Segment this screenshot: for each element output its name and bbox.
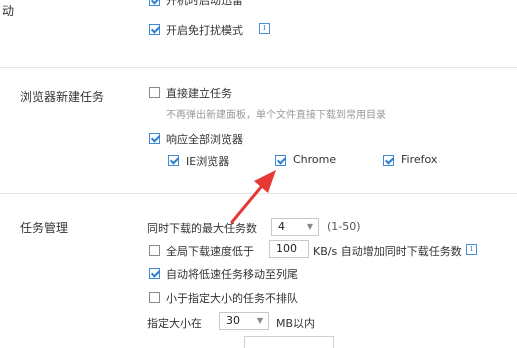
size-value: 30 [226, 314, 240, 327]
max-tasks-select[interactable]: 4 ▼ [271, 218, 319, 236]
firefox-checkbox[interactable] [383, 155, 394, 166]
info-icon[interactable]: i [259, 23, 270, 34]
max-tasks-value: 4 [278, 220, 285, 233]
section-label-startup: 动 [2, 4, 15, 18]
max-tasks-label: 同时下载的最大任务数 [147, 222, 257, 235]
move-slow-label[interactable]: 自动将低速任务移动至列尾 [166, 266, 298, 282]
firefox-label[interactable]: Firefox [401, 153, 437, 166]
startup-checkbox[interactable] [149, 0, 160, 6]
respond-all-label[interactable]: 响应全部浏览器 [166, 131, 243, 147]
size-unit: MB以内 [276, 317, 316, 330]
divider [0, 193, 517, 194]
do-not-disturb-label[interactable]: 开启免打扰模式 [166, 22, 243, 38]
max-tasks-range: (1-50) [327, 220, 361, 233]
speed-suffix: KB/s 自动增加同时下载任务数 [313, 245, 462, 258]
no-queue-label[interactable]: 小于指定大小的任务不排队 [166, 290, 298, 306]
do-not-disturb-checkbox[interactable] [149, 24, 160, 35]
ie-label[interactable]: IE浏览器 [186, 153, 229, 169]
no-queue-checkbox[interactable] [149, 292, 160, 303]
ie-checkbox[interactable] [168, 155, 179, 166]
size-select[interactable]: 30 ▼ [219, 312, 269, 330]
direct-create-checkbox[interactable] [149, 87, 160, 98]
divider [0, 67, 517, 68]
respond-all-checkbox[interactable] [149, 133, 160, 144]
direct-create-desc: 不再弹出新建面板，单个文件直接下载到常用目录 [166, 110, 386, 121]
info-icon[interactable]: i [466, 244, 477, 255]
annotation-arrow-head [254, 170, 276, 193]
speed-low-label[interactable]: 全局下载速度低于 [166, 243, 254, 259]
section-label-browser-task: 浏览器新建任务 [20, 90, 105, 104]
move-slow-checkbox[interactable] [149, 268, 160, 279]
startup-label: 开机时启动迅雷 [166, 0, 243, 7]
speed-input-value: 100 [276, 242, 297, 255]
section-label-task-mgmt: 任务管理 [20, 221, 69, 235]
speed-input[interactable]: 100 [269, 240, 309, 258]
annotation-arrow-shaft [230, 179, 268, 224]
chevron-down-icon: ▼ [256, 316, 264, 325]
chrome-label[interactable]: Chrome [293, 153, 336, 166]
speed-low-checkbox[interactable] [149, 245, 160, 256]
direct-create-label[interactable]: 直接建立任务 [166, 85, 232, 101]
chevron-down-icon: ▼ [306, 222, 314, 231]
size-label: 指定大小在 [147, 317, 202, 330]
partial-control [244, 336, 334, 348]
chrome-checkbox[interactable] [275, 155, 286, 166]
